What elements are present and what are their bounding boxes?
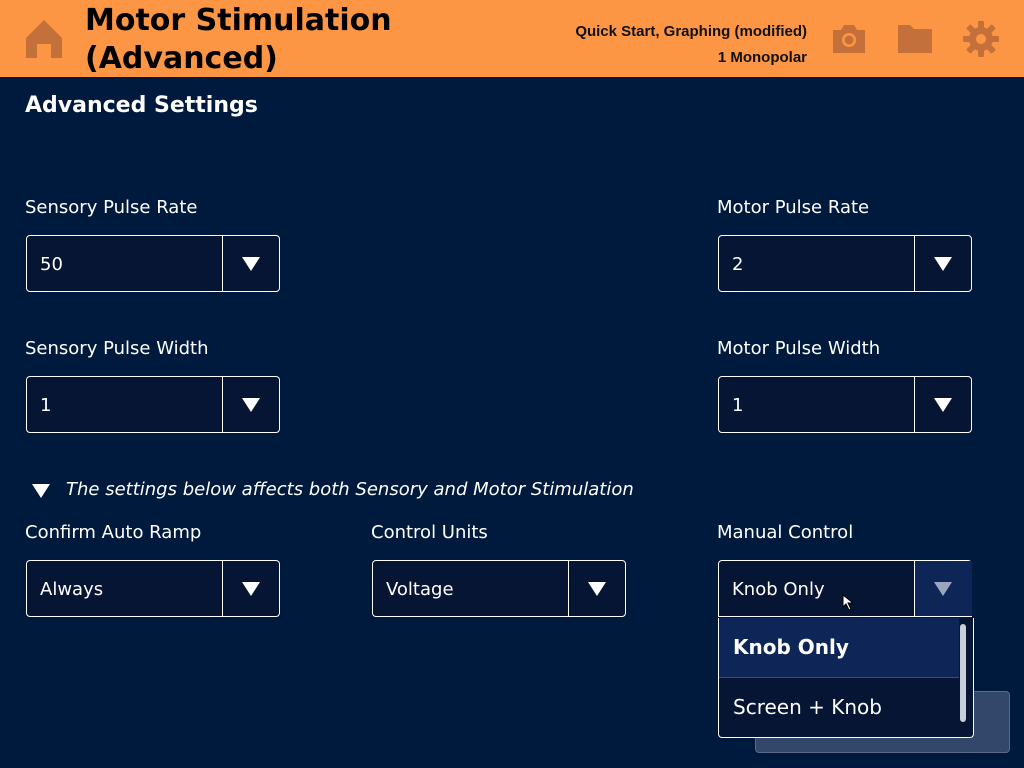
- control-units-label: Control Units: [371, 522, 488, 543]
- dropdown-arrow-icon[interactable]: [915, 236, 972, 291]
- manual-control-label: Manual Control: [717, 522, 854, 543]
- select-value: Always: [40, 579, 104, 600]
- dropdown-arrow-icon[interactable]: [223, 561, 280, 616]
- select-value: Knob Only: [732, 579, 825, 600]
- shared-settings-note: The settings below affects both Sensory …: [66, 479, 634, 500]
- select-value: Voltage: [386, 579, 454, 600]
- section-title: Advanced Settings: [25, 93, 258, 118]
- electrode-config: 1 Monopolar: [717, 49, 807, 66]
- motor-pulse-rate-label: Motor Pulse Rate: [717, 197, 870, 218]
- motor-pulse-rate-select[interactable]: 2: [718, 235, 972, 292]
- gear-icon[interactable]: [961, 19, 1001, 59]
- camera-icon[interactable]: [829, 19, 869, 59]
- select-value: 50: [40, 254, 63, 275]
- motor-pulse-width-select[interactable]: 1: [718, 376, 972, 433]
- dropdown-arrow-icon[interactable]: [223, 236, 280, 291]
- confirm-auto-ramp-label: Confirm Auto Ramp: [25, 522, 202, 543]
- option-knob-only[interactable]: Knob Only: [719, 618, 959, 677]
- dropdown-arrow-icon[interactable]: [915, 561, 972, 616]
- dropdown-scrollbar[interactable]: [960, 624, 966, 722]
- motor-pulse-width-label: Motor Pulse Width: [717, 338, 881, 359]
- dropdown-arrow-icon[interactable]: [569, 561, 626, 616]
- dropdown-arrow-icon[interactable]: [915, 377, 972, 432]
- confirm-auto-ramp-select[interactable]: Always: [26, 560, 280, 617]
- select-value: 1: [40, 395, 52, 416]
- collapse-toggle-icon[interactable]: [32, 484, 50, 504]
- control-units-select[interactable]: Voltage: [372, 560, 626, 617]
- select-value: 1: [732, 395, 744, 416]
- mouse-cursor-icon: [842, 593, 856, 617]
- home-icon[interactable]: [24, 18, 64, 60]
- select-value: 2: [732, 254, 744, 275]
- sensory-pulse-rate-select[interactable]: 50: [26, 235, 280, 292]
- page-title: Motor Stimulation (Advanced): [85, 3, 392, 76]
- sensory-pulse-width-select[interactable]: 1: [26, 376, 280, 433]
- protocol-info: Quick Start, Graphing (modified) 1 Monop…: [575, 19, 807, 71]
- sensory-pulse-rate-label: Sensory Pulse Rate: [25, 197, 198, 218]
- app-header: Motor Stimulation (Advanced) Quick Start…: [0, 0, 1024, 77]
- dropdown-arrow-icon[interactable]: [223, 377, 280, 432]
- sensory-pulse-width-label: Sensory Pulse Width: [25, 338, 209, 359]
- manual-control-options: Knob Only Screen + Knob: [718, 618, 974, 738]
- folder-icon[interactable]: [895, 19, 935, 59]
- option-screen-knob[interactable]: Screen + Knob: [719, 678, 959, 737]
- protocol-name: Quick Start, Graphing (modified): [575, 23, 807, 40]
